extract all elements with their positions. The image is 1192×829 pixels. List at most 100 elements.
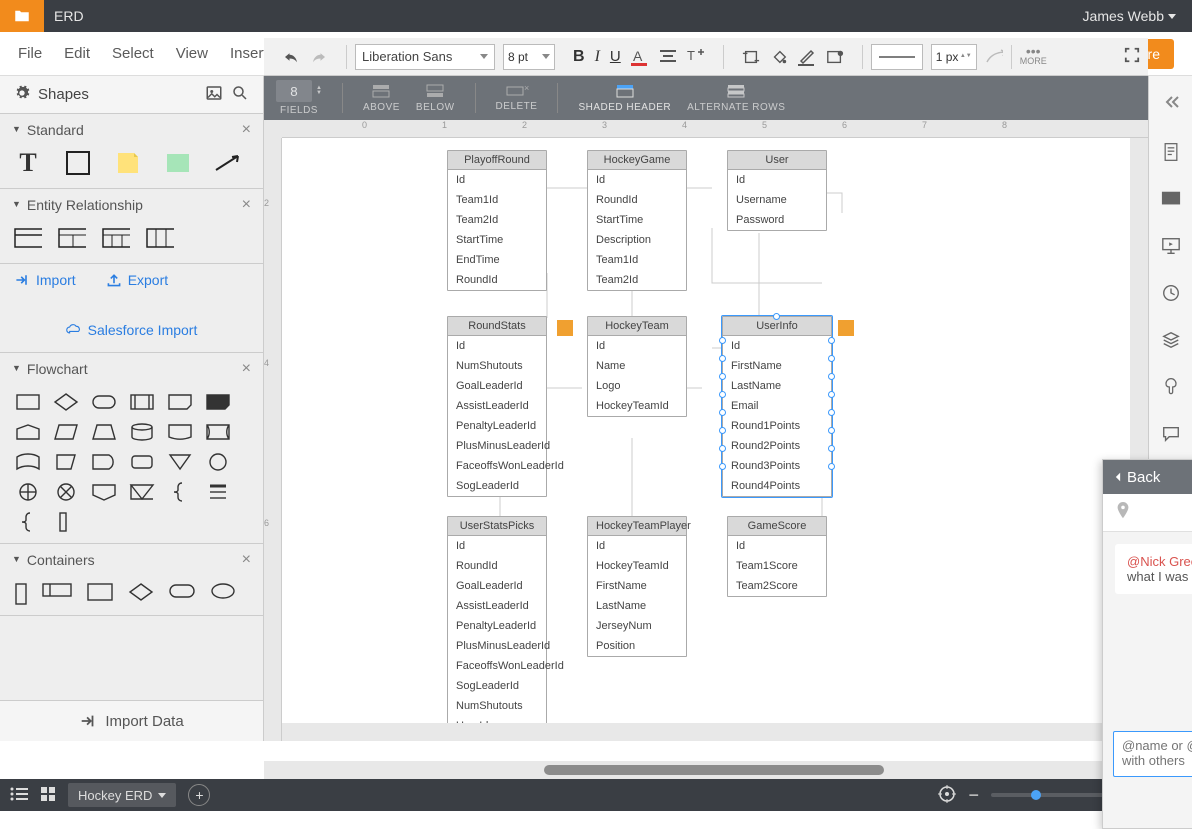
flow-shape[interactable]	[90, 481, 118, 503]
cat-flowchart[interactable]: ▼Flowchart×	[0, 353, 263, 385]
undo-icon[interactable]	[282, 48, 300, 66]
flow-shape[interactable]	[166, 421, 194, 443]
erd-user[interactable]: User Id Username Password	[727, 150, 827, 231]
zoom-out-icon[interactable]: −	[968, 785, 979, 806]
comments-icon[interactable]	[1161, 424, 1181, 447]
flow-shape[interactable]	[14, 511, 42, 533]
erd-gamescore[interactable]: GameScore Id Team1Score Team2Score	[727, 516, 827, 597]
er-shape-1[interactable]	[14, 227, 42, 249]
paint-icon[interactable]	[1161, 377, 1181, 400]
align-icon[interactable]	[659, 48, 677, 66]
zoom-slider[interactable]	[991, 793, 1111, 797]
shaded-header[interactable]: SHADED HEADER	[578, 83, 671, 113]
back-button[interactable]: Back	[1113, 469, 1160, 486]
list-view-icon[interactable]	[10, 787, 28, 804]
container-shape[interactable]	[128, 582, 154, 609]
export-link[interactable]: Export	[106, 272, 168, 288]
er-shape-4[interactable]	[146, 227, 174, 249]
flow-shape[interactable]	[128, 451, 156, 473]
text-color-icon[interactable]: A	[631, 48, 649, 66]
target-icon[interactable]	[938, 785, 956, 806]
container-shape[interactable]	[210, 582, 236, 609]
flow-shape[interactable]	[52, 421, 80, 443]
canvas[interactable]: PlayoffRound Id Team1Id Team2Id StartTim…	[282, 138, 1130, 723]
menu-insert[interactable]: Insert	[230, 45, 268, 62]
alternate-rows[interactable]: ALTERNATE ROWS	[687, 83, 785, 113]
flow-shape[interactable]	[166, 391, 194, 413]
erd-userinfo[interactable]: UserInfo Id FirstName LastName Email Rou…	[722, 316, 832, 497]
italic-icon[interactable]: I	[595, 48, 600, 66]
fields-tool[interactable]: ▲▼ FIELDS	[276, 80, 322, 116]
insert-above[interactable]: ABOVE	[363, 83, 400, 113]
menu-edit[interactable]: Edit	[64, 45, 90, 62]
image-icon[interactable]	[205, 84, 223, 105]
insert-below[interactable]: BELOW	[416, 83, 455, 113]
flow-shape[interactable]	[128, 391, 156, 413]
present-icon[interactable]	[1161, 236, 1181, 259]
container-shape[interactable]	[14, 582, 28, 609]
bold-icon[interactable]: B	[573, 48, 585, 66]
gear-icon[interactable]	[14, 85, 30, 104]
erd-userstatspicks[interactable]: UserStatsPicks Id RoundId GoalLeaderId A…	[447, 516, 547, 723]
add-page-button[interactable]: +	[188, 784, 210, 806]
flow-shape[interactable]	[166, 451, 194, 473]
close-icon[interactable]: ×	[242, 121, 251, 139]
grid-view-icon[interactable]	[40, 786, 56, 805]
rect-shape[interactable]	[64, 152, 92, 174]
more-button[interactable]: •••MORE	[1020, 47, 1047, 66]
erd-playoffround[interactable]: PlayoffRound Id Team1Id Team2Id StartTim…	[447, 150, 547, 291]
note-shape[interactable]	[114, 152, 142, 174]
comment-input[interactable]	[1113, 731, 1192, 777]
text-shape[interactable]: T	[14, 152, 42, 174]
container-shape[interactable]	[168, 582, 196, 609]
flow-shape[interactable]	[14, 451, 42, 473]
line-arrow-icon[interactable]	[985, 48, 1003, 66]
folder-icon[interactable]	[0, 0, 44, 32]
redo-icon[interactable]	[310, 48, 328, 66]
fill-icon[interactable]	[770, 48, 788, 66]
fields-input[interactable]	[276, 80, 312, 102]
page-icon[interactable]	[1161, 142, 1181, 165]
crop-icon[interactable]	[742, 48, 760, 66]
flow-shape[interactable]	[128, 421, 156, 443]
flow-shape[interactable]	[128, 481, 156, 503]
salesforce-import[interactable]: Salesforce Import	[14, 322, 249, 338]
close-icon[interactable]: ×	[242, 196, 251, 214]
er-shape-2[interactable]	[58, 227, 86, 249]
page-tab[interactable]: Hockey ERD	[68, 783, 176, 807]
flow-shape[interactable]	[52, 451, 80, 473]
underline-icon[interactable]: U	[610, 48, 621, 65]
arrow-shape[interactable]	[214, 152, 242, 174]
container-shape[interactable]	[42, 582, 72, 609]
text-pos-icon[interactable]: T	[687, 48, 705, 66]
user-menu[interactable]: James Webb	[1083, 8, 1192, 24]
import-link[interactable]: Import	[14, 272, 76, 288]
shape-opts-icon[interactable]	[826, 48, 844, 66]
container-shape[interactable]	[86, 582, 114, 609]
fullscreen-icon[interactable]	[1124, 47, 1140, 66]
comment-badge[interactable]	[557, 320, 573, 336]
erd-hockeyteamplayer[interactable]: HockeyTeamPlayer Id HockeyTeamId FirstNa…	[587, 516, 687, 657]
close-icon[interactable]: ×	[242, 551, 251, 569]
cat-containers[interactable]: ▼Containers×	[0, 544, 263, 576]
flow-shape[interactable]	[14, 391, 42, 413]
flow-shape[interactable]	[204, 481, 232, 503]
document-title[interactable]: ERD	[44, 8, 1083, 24]
scrollbar-horizontal[interactable]	[264, 761, 1148, 779]
import-data-button[interactable]: Import Data	[0, 701, 263, 741]
flow-shape[interactable]	[14, 481, 42, 503]
comment-badge[interactable]	[838, 320, 854, 336]
erd-hockeygame[interactable]: HockeyGame Id RoundId StartTime Descript…	[587, 150, 687, 291]
quote-icon[interactable]: ""	[1161, 189, 1181, 212]
flow-shape[interactable]	[52, 481, 80, 503]
flow-shape[interactable]	[52, 391, 80, 413]
border-color-icon[interactable]	[798, 48, 816, 66]
flow-shape[interactable]	[90, 421, 118, 443]
search-icon[interactable]	[231, 84, 249, 105]
font-select[interactable]: Liberation Sans	[355, 44, 495, 70]
cat-standard[interactable]: ▼Standard×	[0, 114, 263, 146]
flow-shape[interactable]	[90, 391, 118, 413]
flow-shape[interactable]	[14, 421, 42, 443]
flow-shape[interactable]	[52, 511, 80, 533]
block-shape[interactable]	[164, 152, 192, 174]
